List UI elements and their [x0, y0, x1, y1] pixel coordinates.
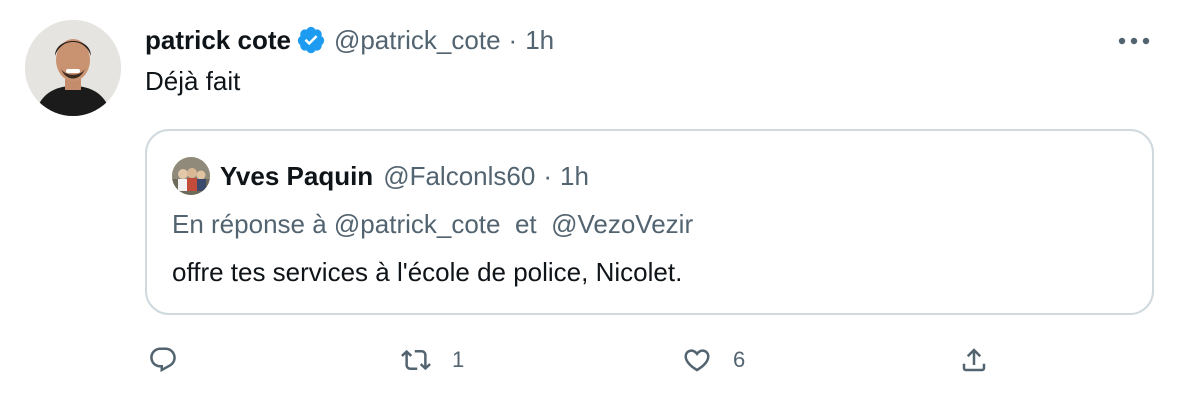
more-horizontal-icon[interactable]: [1117, 26, 1151, 56]
tweet-header: patrick cote @patrick_cote · 1h: [145, 22, 554, 58]
reply-mention-2[interactable]: @VezoVezir: [551, 209, 693, 239]
reply-button[interactable]: [148, 340, 198, 380]
tweet[interactable]: patrick cote @patrick_cote · 1h Déjà fai…: [0, 0, 1182, 400]
author-name[interactable]: patrick cote: [145, 25, 291, 56]
reply-prefix: En réponse à: [172, 209, 327, 239]
like-count: 6: [733, 347, 746, 372]
tweet-text: Déjà fait: [145, 66, 241, 96]
reply-icon: [148, 345, 178, 375]
quoted-author-handle[interactable]: @Falconls60: [383, 161, 535, 192]
share-icon: [959, 345, 989, 375]
reply-context: En réponse à @patrick_cote et @VezoVezir: [172, 209, 693, 240]
heart-icon: [681, 345, 713, 375]
retweet-icon: [400, 345, 432, 375]
quoted-author-name[interactable]: Yves Paquin: [220, 161, 373, 192]
retweet-button[interactable]: 1: [400, 340, 464, 380]
retweet-count: 1: [452, 347, 465, 372]
like-button[interactable]: 6: [681, 340, 745, 380]
quoted-tweet[interactable]: Yves Paquin @Falconls60 · 1h En réponse …: [145, 129, 1154, 315]
separator-dot: ·: [543, 160, 552, 191]
reply-joiner: et: [514, 209, 537, 239]
quoted-tweet-time[interactable]: 1h: [560, 161, 589, 192]
author-handle[interactable]: @patrick_cote: [334, 25, 501, 56]
separator-dot: ·: [508, 24, 518, 55]
quoted-tweet-text: offre tes services à l'école de police, …: [172, 257, 683, 287]
share-button[interactable]: [959, 340, 989, 380]
quoted-tweet-header: Yves Paquin @Falconls60 · 1h: [172, 157, 589, 195]
reply-mention-1[interactable]: @patrick_cote: [334, 209, 501, 239]
verified-badge-icon: [296, 25, 326, 55]
author-avatar[interactable]: [25, 20, 121, 116]
tweet-time[interactable]: 1h: [525, 25, 554, 56]
quoted-author-avatar[interactable]: [172, 157, 210, 195]
